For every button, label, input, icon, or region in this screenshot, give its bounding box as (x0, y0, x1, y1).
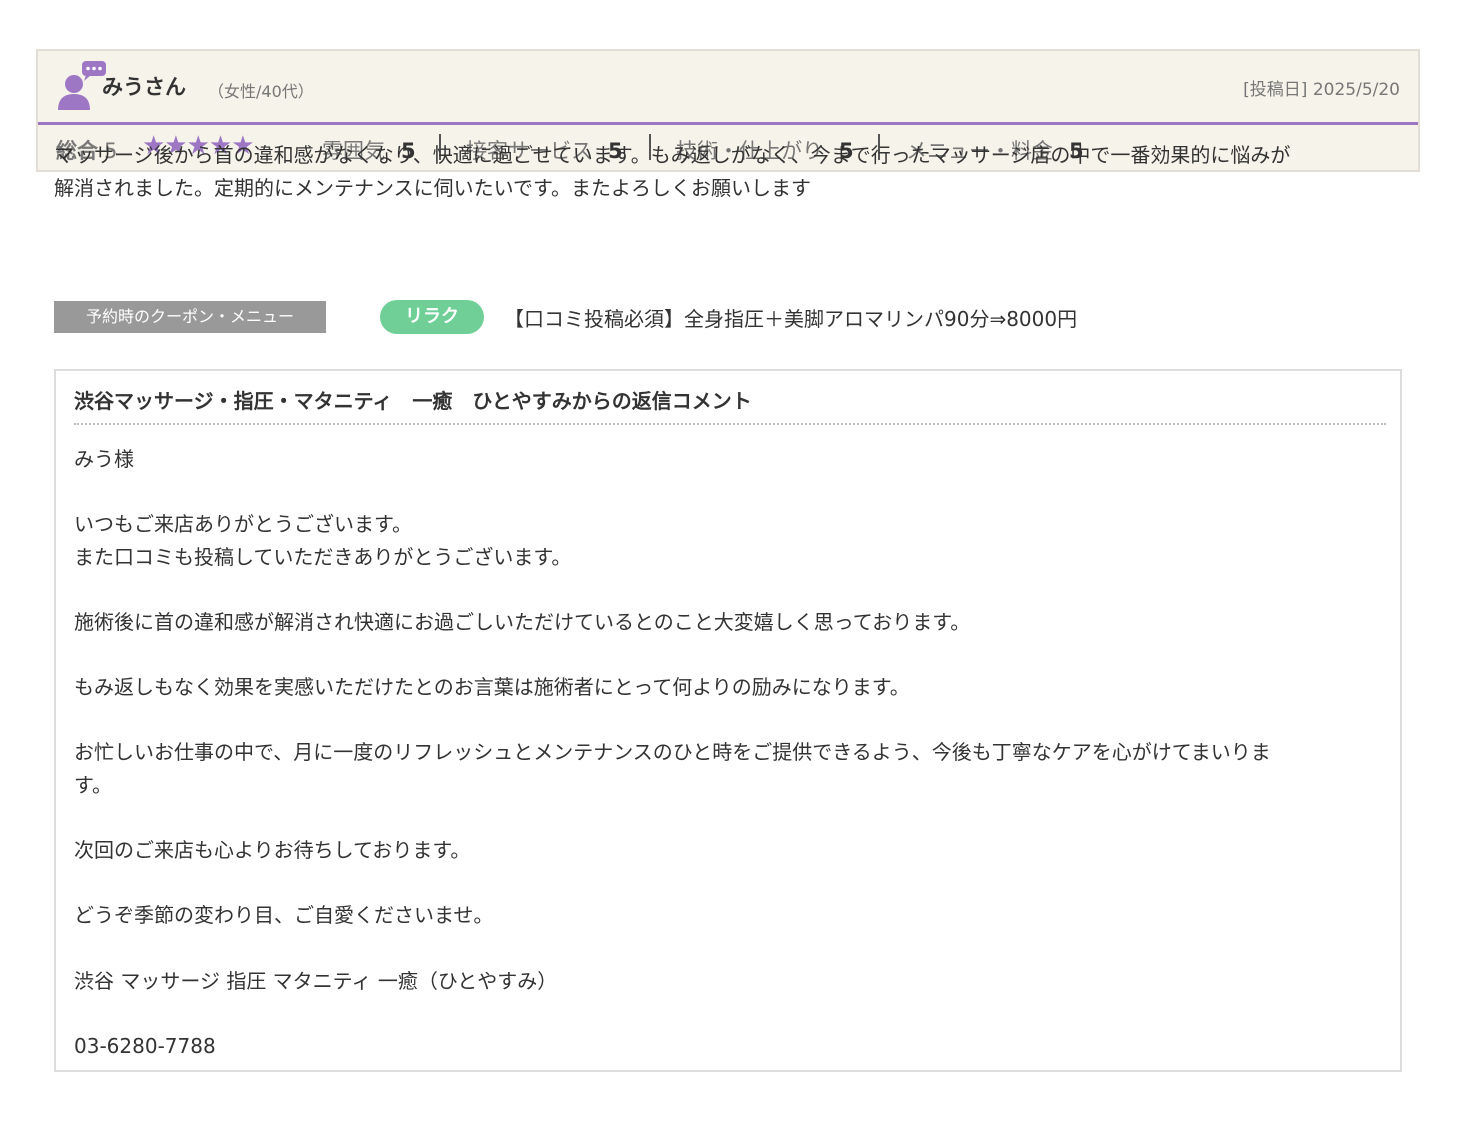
reply-divider (74, 423, 1386, 425)
review-comment: マッサージ後から首の違和感がなくなり、快適に過ごせています。もみ返しがなく、今ま… (54, 139, 1424, 205)
comment-line: 解消されました。定期的にメンテナンスに伺いたいです。またよろしくお願いします (54, 176, 811, 200)
reply-paragraph: どうぞ季節の変わり目、ご自愛くださいませ。 (74, 903, 494, 928)
reply-paragraph: お忙しいお仕事の中で、月に一度のリフレッシュとメンテナンスのひと時をご提供できる… (74, 736, 1384, 801)
coupon-category-badge: リラク (380, 300, 484, 334)
comment-line: マッサージ後から首の違和感がなくなり、快適に過ごせています。もみ返しがなく、今ま… (54, 143, 1291, 167)
reply-line: お忙しいお仕事の中で、月に一度のリフレッシュとメンテナンスのひと時をご提供できる… (74, 740, 1271, 765)
post-date: [投稿日] 2025/5/20 (1243, 80, 1400, 100)
reply-line: す。 (74, 772, 112, 797)
reviewer-bar: みうさん （女性/40代） [投稿日] 2025/5/20 (38, 51, 1418, 125)
reply-paragraph: 次回のご来店も心よりお待ちしております。 (74, 838, 471, 863)
reply-paragraph: 施術後に首の違和感が解消され快適にお過ごしいただけているとのこと大変嬉しく思って… (74, 609, 971, 634)
reply-phone: 03-6280-7788 (74, 1033, 216, 1058)
reply-paragraph: いつもご来店ありがとうございます。また口コミも投稿していただきありがとうございま… (74, 508, 1384, 573)
reply-paragraph: もみ返しもなく効果を実感いただけたとのお言葉は施術者にとって何よりの励みになりま… (74, 675, 910, 700)
reply-line: いつもご来店ありがとうございます。 (74, 512, 412, 537)
coupon-label: 予約時のクーポン・メニュー (54, 301, 326, 333)
coupon-name: 【口コミ投稿必須】全身指圧＋美脚アロマリンパ90分⇒8000円 (504, 307, 1078, 331)
reply-title: 渋谷マッサージ・指圧・マタニティ 一癒 ひとやすみからの返信コメント (74, 389, 752, 413)
reply-line: また口コミも投稿していただきありがとうございます。 (74, 544, 572, 569)
reviewer-attributes: （女性/40代） (208, 82, 314, 101)
reply-box: 渋谷マッサージ・指圧・マタニティ 一癒 ひとやすみからの返信コメント みう様 い… (54, 369, 1402, 1072)
reply-greeting: みう様 (74, 447, 134, 471)
reviewer-name: みうさん (102, 75, 186, 99)
reply-signature: 渋谷 マッサージ 指圧 マタニティ 一癒（ひとやすみ） (74, 968, 558, 993)
coupon-row: 予約時のクーポン・メニュー リラク 【口コミ投稿必須】全身指圧＋美脚アロマリンパ… (54, 300, 1414, 334)
reply-body: みう様 いつもご来店ありがとうございます。また口コミも投稿していただきありがとう… (74, 443, 1384, 1062)
